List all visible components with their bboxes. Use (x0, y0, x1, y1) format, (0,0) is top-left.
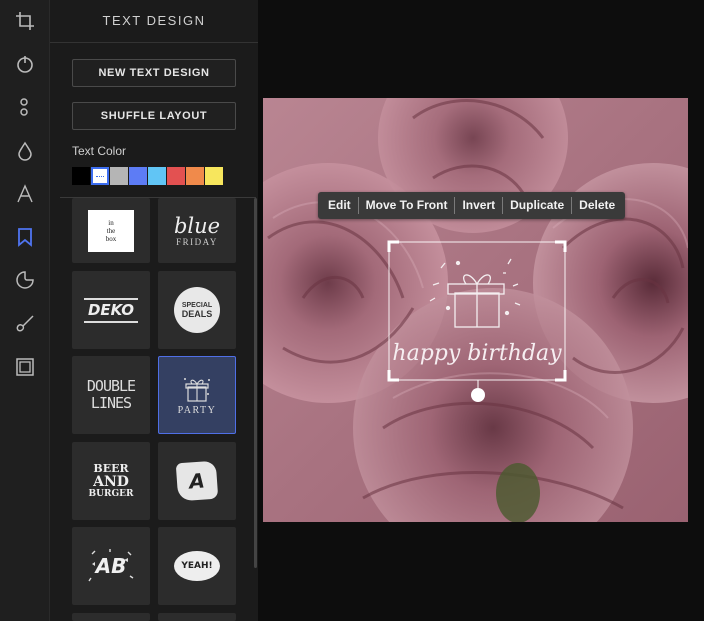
move-to-front-button[interactable]: Move To Front (359, 192, 455, 219)
tile-text: AND (93, 473, 129, 490)
design-tile-special-deals[interactable]: SPECIAL DEALS (158, 271, 236, 349)
design-tile-beer-and-burger[interactable]: BEER AND BURGER (72, 442, 150, 520)
delete-button[interactable]: Delete (572, 192, 622, 219)
tile-text: box (105, 234, 117, 243)
sticker-icon[interactable] (13, 268, 37, 292)
tile-text: YEAH! (181, 561, 213, 571)
tile-text: blue (173, 213, 221, 238)
frame-icon[interactable] (13, 355, 37, 379)
tile-text: BEER (93, 461, 129, 475)
bookmark-icon[interactable] (13, 225, 37, 249)
design-tile-a-badge[interactable]: A (158, 442, 236, 520)
filter-icon[interactable] (13, 52, 37, 76)
drop-icon[interactable] (13, 139, 37, 163)
swatch-blue[interactable] (129, 167, 147, 185)
design-tile-in-the-box[interactable]: in the box (72, 198, 150, 263)
design-tile-party[interactable]: PARTY (158, 356, 236, 434)
text-icon[interactable] (13, 182, 37, 206)
canvas-text[interactable]: happy birthday (392, 341, 562, 366)
tile-text: the (106, 226, 116, 235)
swatch-red[interactable] (167, 167, 185, 185)
tool-rail (0, 0, 50, 621)
design-tile-blue-friday[interactable]: blue FRIDAY (158, 198, 236, 263)
swatch-orange[interactable] (186, 167, 204, 185)
design-tile-ab[interactable]: AB (72, 527, 150, 605)
tile-text: LINES (90, 394, 132, 412)
swatch-gray[interactable] (110, 167, 128, 185)
design-tile-deko[interactable]: DEKO (72, 271, 150, 349)
duplicate-button[interactable]: Duplicate (503, 192, 571, 219)
text-design-panel: TEXT DESIGN NEW TEXT DESIGN SHUFFLE LAYO… (50, 0, 258, 621)
panel-scrollbar[interactable] (254, 198, 257, 568)
design-tile-partial[interactable] (72, 613, 150, 621)
edit-button[interactable]: Edit (321, 192, 358, 219)
photo-canvas[interactable]: happy birthday (263, 98, 688, 522)
tile-text: in (108, 218, 114, 227)
tile-text: AB (95, 554, 127, 578)
tile-text: SPECIAL (181, 301, 213, 309)
rotate-handle[interactable] (471, 388, 485, 402)
roses-photo: happy birthday (263, 98, 688, 522)
tile-text: DEALS (181, 308, 213, 319)
tile-text: PARTY (177, 404, 217, 416)
swatch-white[interactable] (91, 167, 109, 185)
tile-text: BURGER (88, 488, 134, 499)
adjust-icon[interactable] (13, 95, 37, 119)
gift-icon (184, 377, 210, 402)
swatch-yellow[interactable] (205, 167, 223, 185)
brush-icon[interactable] (13, 312, 37, 336)
selection-toolbar: Edit Move To Front Invert Duplicate Dele… (318, 192, 626, 219)
tile-text: DEKO (87, 300, 135, 319)
swatch-black[interactable] (72, 167, 90, 185)
new-text-design-button[interactable]: NEW TEXT DESIGN (72, 59, 236, 87)
panel-title: TEXT DESIGN (50, 0, 258, 43)
shuffle-layout-button[interactable]: SHUFFLE LAYOUT (72, 102, 236, 130)
crop-icon[interactable] (13, 9, 37, 33)
tile-text: FRIDAY (176, 236, 218, 247)
design-tile-yeah[interactable]: YEAH! (158, 527, 236, 605)
tile-text: DOUBLE (86, 377, 136, 395)
design-tile-partial[interactable] (158, 613, 236, 621)
color-swatches (72, 167, 223, 185)
design-tile-double-lines[interactable]: DOUBLE LINES (72, 356, 150, 434)
tile-text: A (188, 468, 206, 494)
swatch-light-blue[interactable] (148, 167, 166, 185)
text-color-label: Text Color (72, 144, 127, 158)
invert-button[interactable]: Invert (455, 192, 502, 219)
photo-editor: TEXT DESIGN NEW TEXT DESIGN SHUFFLE LAYO… (0, 0, 704, 621)
